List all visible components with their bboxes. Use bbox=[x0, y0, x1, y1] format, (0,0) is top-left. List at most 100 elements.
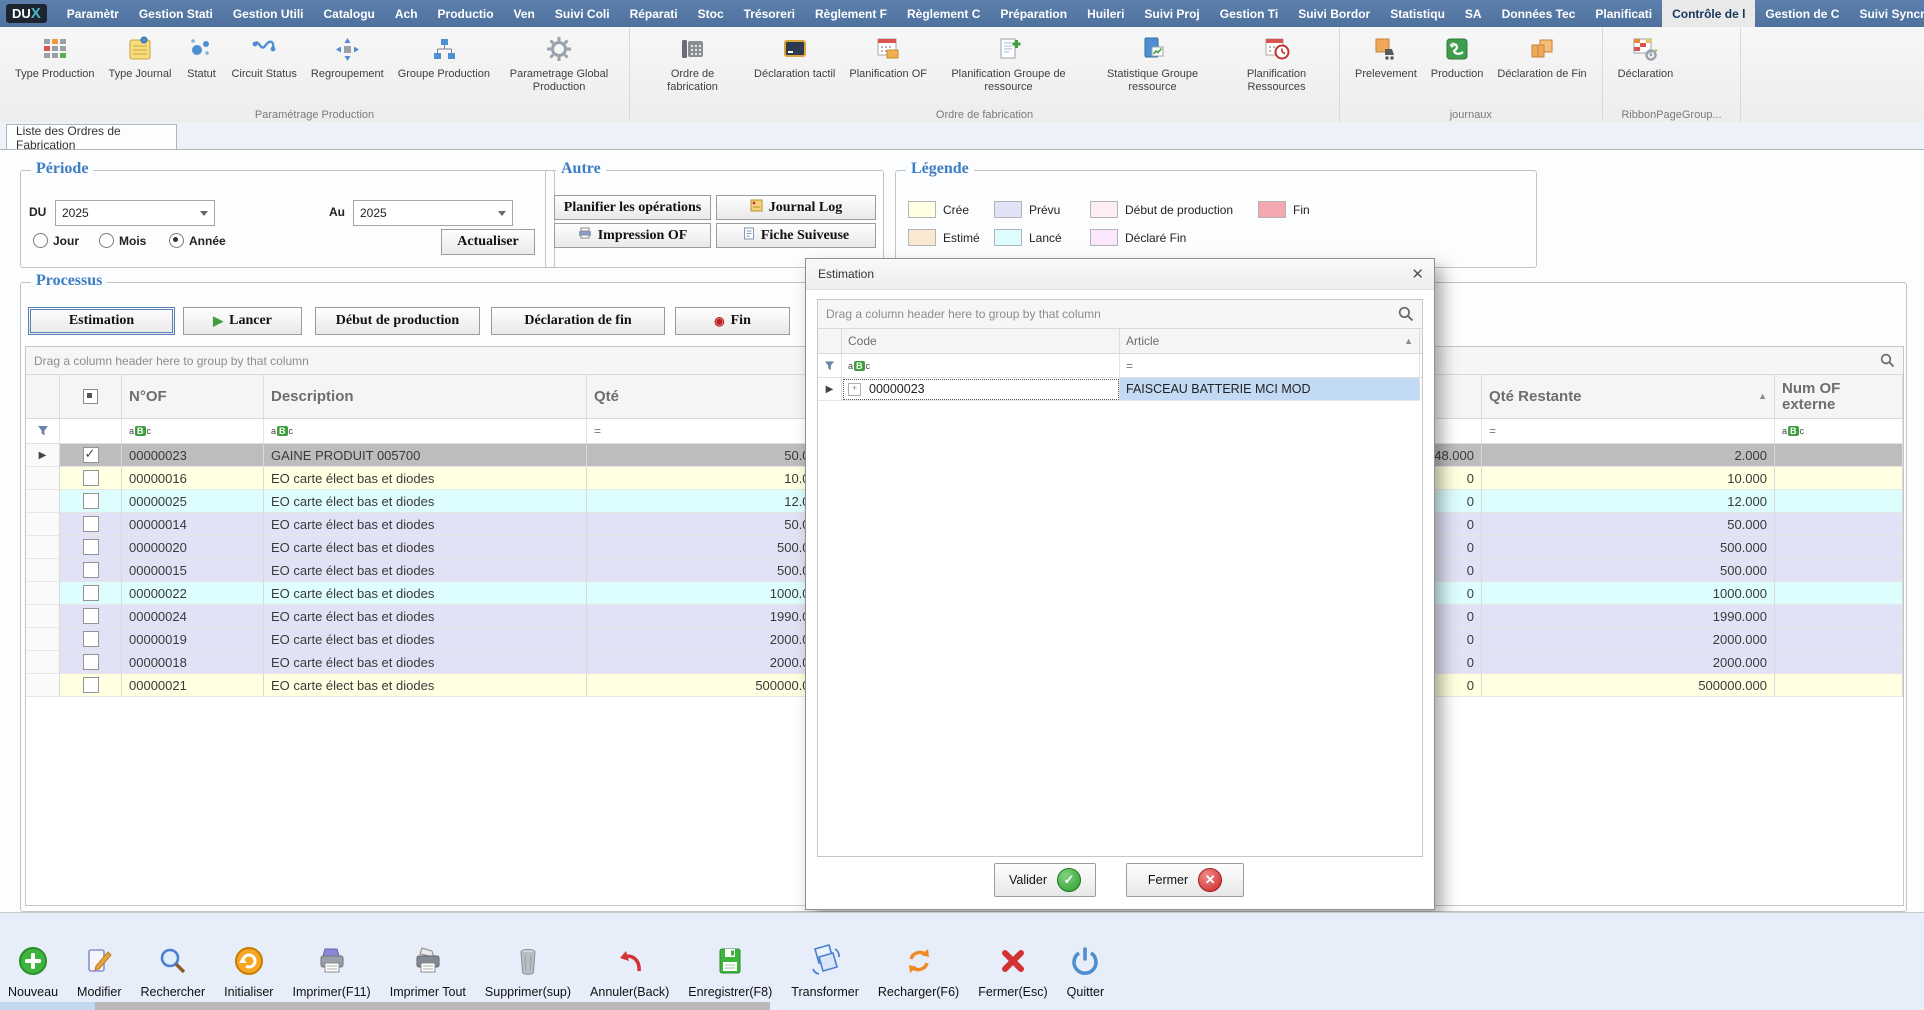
close-icon[interactable]: ✕ bbox=[1411, 265, 1424, 283]
header-nof[interactable]: N°OF bbox=[122, 375, 264, 418]
search-icon[interactable] bbox=[1880, 353, 1895, 371]
ribbon-button-prelevement[interactable]: Prelevement bbox=[1348, 33, 1424, 81]
menu-item-donnees-tec[interactable]: Données Tec bbox=[1492, 0, 1586, 27]
filter-article[interactable]: = bbox=[1120, 354, 1420, 377]
supprimer-button[interactable]: Supprimer(sup) bbox=[485, 945, 571, 999]
menu-item-suivi-bordor[interactable]: Suivi Bordor bbox=[1288, 0, 1380, 27]
fermer-button[interactable]: Fermer✕ bbox=[1126, 863, 1244, 897]
menu-item-suivi-proj[interactable]: Suivi Proj bbox=[1134, 0, 1209, 27]
menu-item-stoc[interactable]: Stoc bbox=[688, 0, 734, 27]
menu-item-gestion-ti[interactable]: Gestion Ti bbox=[1210, 0, 1288, 27]
du-year-select[interactable]: 2025 bbox=[55, 200, 215, 226]
planifier-operations-button[interactable]: Planifier les opérations bbox=[554, 195, 711, 220]
filter-qte[interactable]: = bbox=[587, 419, 832, 443]
menu-item-suivi-syncro[interactable]: Suivi Syncro bbox=[1849, 0, 1924, 27]
cell-code[interactable]: +00000023 bbox=[842, 378, 1120, 401]
filter-description[interactable]: aBc bbox=[264, 419, 587, 443]
menu-item-productio[interactable]: Productio bbox=[428, 0, 504, 27]
imprimer-button[interactable]: Imprimer(F11) bbox=[292, 945, 370, 999]
filter-funnel-icon[interactable] bbox=[818, 354, 842, 377]
menu-item-preparation[interactable]: Préparation bbox=[990, 0, 1077, 27]
menu-item-huileri[interactable]: Huileri bbox=[1077, 0, 1134, 27]
estimation-button[interactable]: Estimation bbox=[28, 307, 175, 335]
row-checkbox[interactable] bbox=[60, 674, 122, 697]
filter-checkbox-col[interactable] bbox=[60, 419, 122, 443]
menu-item-controle-active[interactable]: Contrôle de l bbox=[1662, 0, 1755, 27]
impression-of-button[interactable]: Impression OF bbox=[554, 223, 711, 248]
cell-article[interactable]: FAISCEAU BATTERIE MCI MOD bbox=[1120, 378, 1420, 401]
radio-annee[interactable]: Année bbox=[169, 233, 226, 248]
declaration-fin-button[interactable]: Déclaration de fin bbox=[491, 307, 665, 335]
search-icon[interactable] bbox=[1398, 306, 1414, 325]
fin-button[interactable]: ◉Fin bbox=[675, 307, 790, 335]
row-checkbox[interactable] bbox=[60, 490, 122, 513]
au-year-select[interactable]: 2025 bbox=[353, 200, 513, 226]
row-checkbox[interactable] bbox=[60, 536, 122, 559]
menu-item-suivi-coli[interactable]: Suivi Coli bbox=[545, 0, 620, 27]
radio-mois[interactable]: Mois bbox=[99, 233, 146, 248]
header-article[interactable]: Article▲ bbox=[1120, 329, 1420, 353]
rechercher-button[interactable]: Rechercher bbox=[141, 945, 206, 999]
annuler-button[interactable]: Annuler(Back) bbox=[590, 945, 669, 999]
dialog-title-bar[interactable]: Estimation✕ bbox=[806, 259, 1434, 290]
ribbon-button-statut[interactable]: Statut bbox=[178, 33, 224, 81]
ribbon-button-regroupement[interactable]: Regroupement bbox=[304, 33, 391, 81]
header-num-of-externe[interactable]: Num OF externe bbox=[1775, 375, 1903, 418]
filter-funnel-icon[interactable] bbox=[26, 419, 60, 443]
ribbon-button-circuit-status[interactable]: Circuit Status bbox=[224, 33, 303, 81]
row-checkbox[interactable] bbox=[60, 559, 122, 582]
expand-plus-icon[interactable]: + bbox=[848, 383, 861, 396]
nouveau-button[interactable]: Nouveau bbox=[8, 945, 58, 999]
radio-jour[interactable]: Jour bbox=[33, 233, 79, 248]
ribbon-button-planification-ressources[interactable]: Planification Ressources bbox=[1222, 33, 1331, 93]
menu-item-reglement-c[interactable]: Règlement C bbox=[897, 0, 990, 27]
dialog-table-row[interactable]: ▶ +00000023 FAISCEAU BATTERIE MCI MOD bbox=[818, 378, 1422, 401]
menu-item-ven[interactable]: Ven bbox=[504, 0, 545, 27]
menu-item-parametr[interactable]: Paramètr bbox=[57, 0, 129, 27]
menu-item-gestion-de-c[interactable]: Gestion de C bbox=[1755, 0, 1849, 27]
ribbon-button-planification-of[interactable]: Planification OF bbox=[842, 33, 934, 81]
row-checkbox[interactable] bbox=[60, 582, 122, 605]
filter-num-of-externe[interactable]: aBc bbox=[1775, 419, 1903, 443]
row-checkbox[interactable] bbox=[60, 628, 122, 651]
menu-item-sa[interactable]: SA bbox=[1455, 0, 1492, 27]
valider-button[interactable]: Valider✓ bbox=[994, 863, 1096, 897]
fiche-suiveuse-button[interactable]: Fiche Suiveuse bbox=[716, 223, 876, 248]
dialog-group-by-band[interactable]: Drag a column header here to group by th… bbox=[818, 300, 1422, 329]
header-qte[interactable]: Qté bbox=[587, 375, 832, 418]
ribbon-button-production[interactable]: Production bbox=[1424, 33, 1491, 81]
menu-item-planificati[interactable]: Planificati bbox=[1585, 0, 1662, 27]
menu-item-statistiqu[interactable]: Statistiqu bbox=[1380, 0, 1455, 27]
recharger-button[interactable]: Recharger(F6) bbox=[878, 945, 959, 999]
menu-item-gestion-utili[interactable]: Gestion Utili bbox=[223, 0, 314, 27]
header-qte-restante[interactable]: Qté Restante▲ bbox=[1482, 375, 1775, 418]
menu-item-catalogu[interactable]: Catalogu bbox=[314, 0, 385, 27]
initialiser-button[interactable]: Initialiser bbox=[224, 945, 273, 999]
header-description[interactable]: Description bbox=[264, 375, 587, 418]
menu-item-tresoreri[interactable]: Trésoreri bbox=[734, 0, 805, 27]
row-checkbox[interactable] bbox=[60, 513, 122, 536]
transformer-button[interactable]: Transformer bbox=[791, 943, 859, 999]
actualiser-button[interactable]: Actualiser bbox=[441, 229, 535, 255]
ribbon-button-groupe-production[interactable]: Groupe Production bbox=[391, 33, 497, 81]
bottom-scrollbar[interactable] bbox=[95, 1002, 770, 1010]
debut-production-button[interactable]: Début de production bbox=[315, 307, 480, 335]
quitter-button[interactable]: Quitter bbox=[1067, 945, 1105, 999]
menu-item-reglement-f[interactable]: Règlement F bbox=[805, 0, 897, 27]
ribbon-button-type-production[interactable]: Type Production bbox=[8, 33, 102, 81]
menu-item-ach[interactable]: Ach bbox=[385, 0, 428, 27]
fermer-esc-button[interactable]: Fermer(Esc) bbox=[978, 945, 1047, 999]
ribbon-button-planification-groupe-ressource[interactable]: Planification Groupe de ressource bbox=[934, 33, 1083, 93]
ribbon-button-ordre-de-fabrication[interactable]: Ordre de fabrication bbox=[638, 33, 747, 93]
header-select-all-checkbox[interactable] bbox=[60, 375, 122, 418]
filter-qte-restante[interactable]: = bbox=[1482, 419, 1775, 443]
lancer-button[interactable]: ▶Lancer bbox=[183, 307, 302, 335]
menu-item-reparati[interactable]: Réparati bbox=[620, 0, 688, 27]
row-checkbox[interactable] bbox=[60, 651, 122, 674]
ribbon-button-type-journal[interactable]: Type Journal bbox=[102, 33, 179, 81]
filter-code[interactable]: aBc bbox=[842, 354, 1120, 377]
filter-nof[interactable]: aBc bbox=[122, 419, 264, 443]
row-checkbox[interactable] bbox=[60, 467, 122, 490]
ribbon-button-parametrage-global[interactable]: Parametrage Global Production bbox=[497, 33, 621, 93]
tab-liste-des-ordres[interactable]: Liste des Ordres de Fabrication bbox=[6, 124, 177, 151]
